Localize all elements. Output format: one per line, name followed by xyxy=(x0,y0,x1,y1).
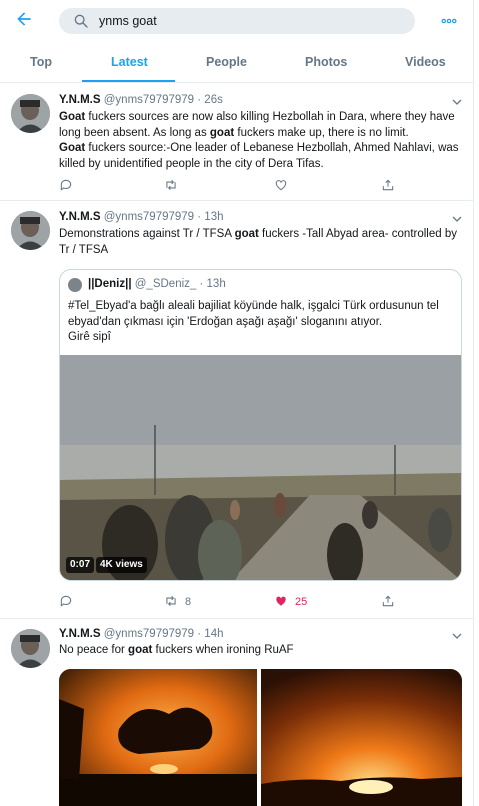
reply-button[interactable] xyxy=(59,178,73,194)
search-term-highlight: goat xyxy=(128,644,153,656)
chevron-down-icon[interactable] xyxy=(451,630,463,642)
tweet-header: Y.N.M.S @ynms79797979 · 26s xyxy=(59,94,223,106)
search-tabs: Top Latest People Photos Videos xyxy=(0,42,474,83)
handle[interactable]: @ynms79797979 xyxy=(104,628,194,640)
search-input[interactable]: ynms goat xyxy=(59,8,415,34)
tweet-header: Y.N.M.S @ynms79797979 · 13h xyxy=(59,211,224,223)
media-image[interactable] xyxy=(261,669,462,806)
retweet-icon xyxy=(164,178,178,195)
reply-icon xyxy=(59,178,73,195)
back-arrow-icon[interactable] xyxy=(14,9,34,29)
explosion-photo xyxy=(59,669,257,806)
display-name[interactable]: Y.N.M.S xyxy=(59,628,101,640)
search-term-highlight: Goat xyxy=(59,142,86,154)
explosion-photo xyxy=(261,669,462,806)
tweet[interactable]: Y.N.M.S @ynms79797979 · 26s Goat fuckers… xyxy=(0,84,474,201)
share-icon xyxy=(381,178,395,195)
timestamp[interactable]: · 26s xyxy=(197,94,223,106)
quoted-text-line: Girê sipî xyxy=(68,331,111,343)
search-term-highlight: goat xyxy=(234,228,259,240)
heart-icon xyxy=(274,178,288,195)
tweet-header: Y.N.M.S @ynms79797979 · 14h xyxy=(59,628,224,640)
search-term-highlight: goat xyxy=(209,126,235,139)
share-button[interactable] xyxy=(381,178,395,194)
video-player[interactable]: 0:07 4K views xyxy=(60,355,461,580)
handle[interactable]: @ynms79797979 xyxy=(104,211,194,223)
video-duration: 0:07 xyxy=(66,557,95,573)
chevron-down-icon[interactable] xyxy=(451,213,463,225)
handle[interactable]: @ynms79797979 xyxy=(104,94,194,106)
search-icon xyxy=(73,13,89,29)
search-query: ynms goat xyxy=(99,14,157,28)
reply-icon xyxy=(59,594,73,611)
quoted-avatar[interactable] xyxy=(68,278,82,292)
tab-people[interactable]: People xyxy=(206,55,247,69)
avatar[interactable] xyxy=(11,94,50,133)
quoted-tweet-text: #Tel_Ebyad'a bağlı aleali bajiliat köyün… xyxy=(68,299,458,346)
avatar[interactable] xyxy=(11,211,50,250)
active-tab-indicator xyxy=(82,80,175,82)
tab-videos[interactable]: Videos xyxy=(405,55,446,69)
share-button[interactable] xyxy=(381,594,395,610)
quoted-handle[interactable]: @_SDeniz_ xyxy=(135,278,197,290)
like-count: 25 xyxy=(295,596,308,608)
retweet-count: 8 xyxy=(185,596,192,608)
retweet-button[interactable]: 8 xyxy=(164,594,191,610)
quoted-timestamp[interactable]: · 13h xyxy=(200,278,226,290)
video-thumbnail xyxy=(60,355,461,580)
quoted-tweet[interactable]: ||Deniz|| @_SDeniz_ · 13h #Tel_Ebyad'a b… xyxy=(59,269,462,581)
tweet-text: Demonstrations against Tr / TFSA goat fu… xyxy=(59,228,457,256)
tab-latest[interactable]: Latest xyxy=(111,55,148,69)
tab-photos[interactable]: Photos xyxy=(305,55,347,69)
tweet-actions xyxy=(59,178,464,194)
like-button[interactable]: 25 xyxy=(274,594,307,610)
timestamp[interactable]: · 13h xyxy=(197,211,223,223)
retweet-icon xyxy=(164,594,178,611)
display-name[interactable]: Y.N.M.S xyxy=(59,94,101,106)
tweet-actions: 8 25 xyxy=(59,594,464,610)
heart-icon xyxy=(274,594,288,611)
chevron-down-icon[interactable] xyxy=(451,96,463,108)
like-button[interactable] xyxy=(274,178,288,194)
search-header: ynms goat xyxy=(0,0,474,42)
quoted-display-name[interactable]: ||Deniz|| xyxy=(88,278,132,290)
timestamp[interactable]: · 14h xyxy=(197,628,223,640)
tab-top[interactable]: Top xyxy=(30,55,52,69)
avatar[interactable] xyxy=(11,629,50,668)
search-term-highlight: Goat xyxy=(59,111,86,123)
tweet-text: No peace for goat fuckers when ironing R… xyxy=(59,644,294,656)
share-icon xyxy=(381,594,395,611)
more-icon[interactable] xyxy=(440,12,458,30)
retweet-button[interactable] xyxy=(164,178,178,194)
tweet-text: Goat fuckers sources are now also killin… xyxy=(59,111,459,170)
reply-button[interactable] xyxy=(59,594,73,610)
quoted-tweet-header: ||Deniz|| @_SDeniz_ · 13h xyxy=(88,278,226,290)
quoted-text-line: #Tel_Ebyad'a bağlı aleali bajiliat köyün… xyxy=(68,300,439,328)
display-name[interactable]: Y.N.M.S xyxy=(59,211,101,223)
media-image[interactable] xyxy=(59,669,257,806)
video-views: 4K views xyxy=(96,557,147,573)
